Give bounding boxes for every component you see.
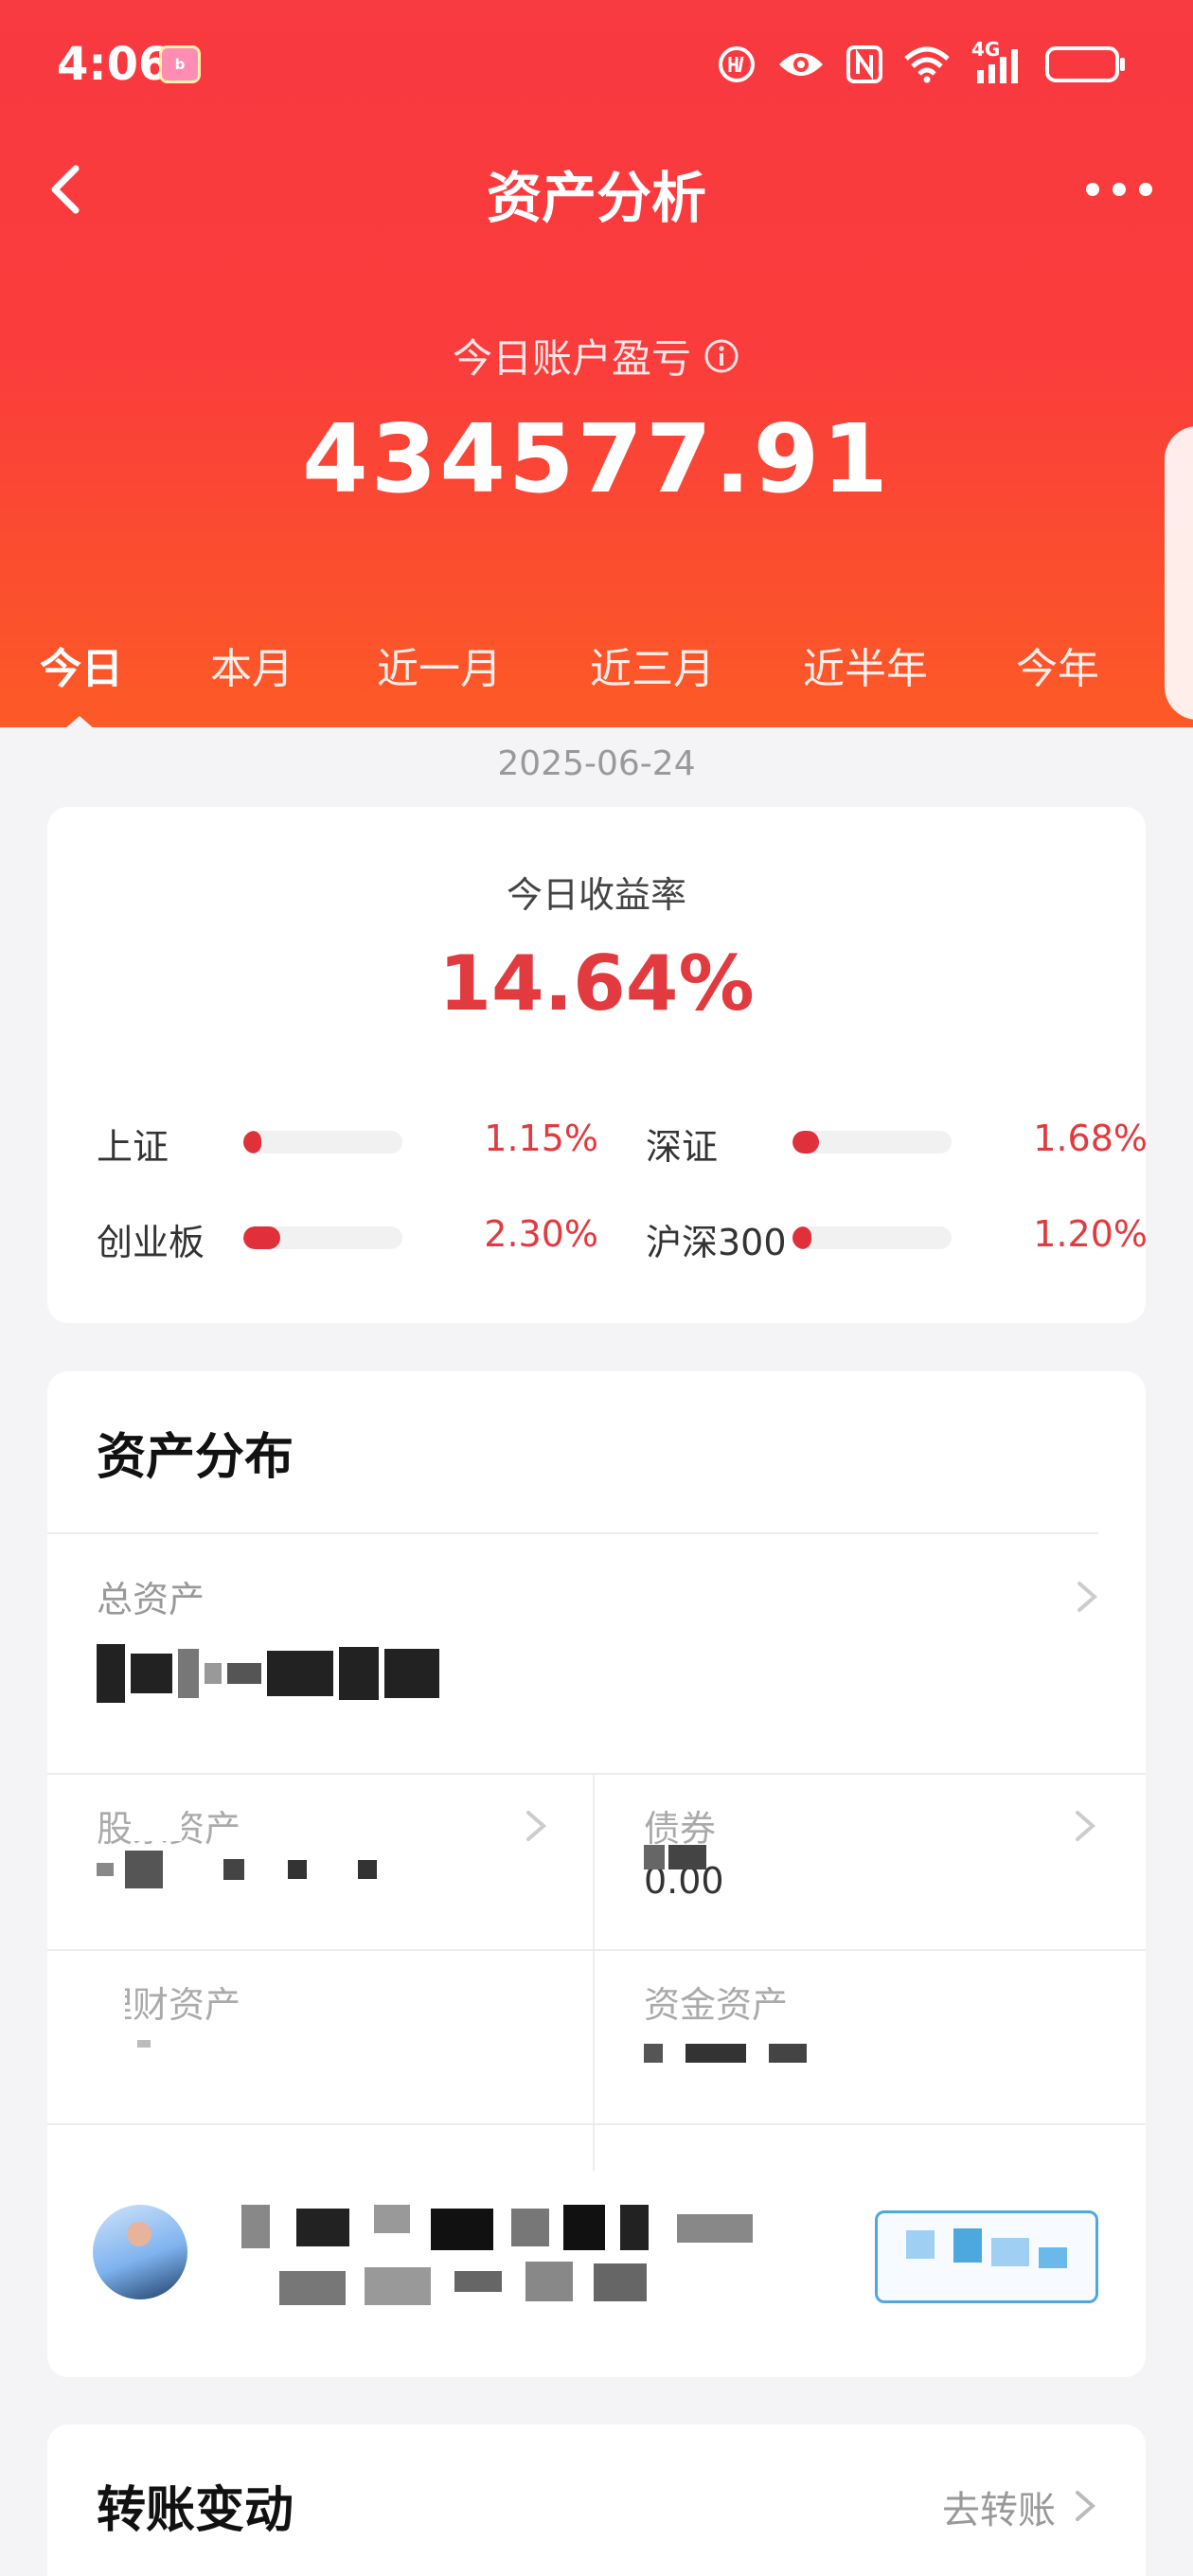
more-options-icon[interactable] — [1083, 167, 1155, 212]
tab-last-three-months[interactable]: 近三月 — [590, 635, 715, 695]
advisor-contact-button[interactable] — [875, 2210, 1098, 2303]
divider — [47, 1773, 1146, 1775]
divider — [47, 1949, 1146, 1951]
hd-call-icon — [719, 46, 755, 82]
cellular-signal-icon: 4G — [971, 38, 1024, 85]
profit-label: 今日账户盈亏 — [452, 335, 691, 382]
chevron-right-icon — [1076, 1811, 1096, 1841]
tab-this-month[interactable]: 本月 — [210, 635, 294, 695]
divider — [47, 1532, 1098, 1534]
battery-icon — [1045, 46, 1125, 82]
asset-distribution-card: 资产分布 总资产 股票资产 债券 0.00 — [47, 1371, 1146, 2377]
chevron-right-icon[interactable] — [1070, 2487, 1100, 2525]
navigation-bar: 资产分析 — [0, 142, 1193, 237]
profit-summary: 今日账户盈亏 434577.91 — [0, 327, 1193, 514]
divider — [47, 2123, 1146, 2125]
tab-today[interactable]: 今日 — [40, 635, 123, 695]
selected-date: 2025-06-24 — [497, 744, 696, 783]
index-name: 上证 — [97, 1126, 169, 1168]
stock-assets-value-masked — [97, 1851, 377, 1888]
bilibili-app-icon: b — [159, 45, 201, 83]
wifi-icon — [904, 46, 950, 83]
section-title: 资产分布 — [97, 1429, 294, 1486]
active-tab-indicator — [64, 716, 95, 729]
info-icon[interactable] — [703, 337, 740, 375]
index-item-csi300: 沪深300 1.20% — [646, 1206, 1148, 1263]
index-progress-fill — [243, 1131, 262, 1154]
index-item-chinext: 创业板 2.30% — [97, 1206, 598, 1263]
index-value: 1.15% — [484, 1118, 598, 1159]
chevron-right-icon — [526, 1811, 547, 1841]
tab-last-half-year[interactable]: 近半年 — [803, 635, 928, 695]
status-icons: 4G — [718, 38, 1127, 87]
masked-text-patch — [133, 1796, 182, 1841]
index-progress-fill — [792, 1131, 820, 1154]
index-progress-bar — [243, 1131, 402, 1154]
return-rate-value: 14.64% — [438, 939, 755, 1028]
status-time: 4:06 — [57, 38, 170, 91]
total-assets-label: 总资产 — [97, 1579, 205, 1620]
return-rate-card: 今日收益率 14.64% 上证 1.15% 深证 1.68% 创业板 2.30%… — [47, 807, 1148, 1323]
divider — [593, 1773, 595, 2171]
index-progress-bar — [243, 1226, 402, 1249]
index-name: 沪深300 — [646, 1222, 787, 1263]
eye-icon — [779, 53, 823, 76]
bond-value-mask — [644, 1845, 706, 1869]
advisor-text-masked — [241, 2205, 857, 2318]
page-title: 资产分析 — [486, 166, 706, 230]
advisor-avatar — [93, 2205, 187, 2299]
section-title: 转账变动 — [97, 2482, 294, 2539]
index-item-shanghai: 上证 1.15% — [97, 1110, 598, 1168]
profit-value: 434577.91 — [302, 403, 891, 514]
index-progress-fill — [243, 1226, 280, 1249]
tab-this-year[interactable]: 今年 — [1016, 635, 1099, 695]
index-value: 1.20% — [1033, 1213, 1148, 1255]
return-rate-label: 今日收益率 — [506, 874, 686, 916]
index-name: 深证 — [646, 1126, 719, 1168]
transfer-card: 转账变动 去转账 — [47, 2424, 1146, 2576]
total-assets-value-masked — [97, 1644, 439, 1703]
go-transfer-link[interactable]: 去转账 — [942, 2479, 1056, 2534]
status-bar: 4:06 b 4G — [0, 0, 1193, 133]
index-value: 2.30% — [484, 1213, 598, 1255]
cash-assets-value-masked — [644, 2044, 807, 2063]
index-progress-fill — [792, 1226, 812, 1249]
tab-last-month[interactable]: 近一月 — [377, 635, 502, 695]
index-progress-bar — [792, 1131, 952, 1154]
index-name: 创业板 — [97, 1222, 205, 1263]
wealth-assets-value-masked — [137, 2040, 151, 2048]
header-banner: 4:06 b 4G 资产分析 今日账户盈亏 434577.91 今日 本月 近一… — [0, 0, 1193, 729]
period-tabs: 今日 本月 近一月 近三月 近半年 今年 — [0, 635, 1193, 729]
chevron-right-icon — [1077, 1582, 1098, 1612]
index-value: 1.68% — [1033, 1118, 1148, 1159]
nfc-icon — [846, 45, 882, 83]
masked-text-patch — [85, 1977, 125, 2025]
index-progress-bar — [792, 1226, 952, 1249]
index-item-shenzhen: 深证 1.68% — [646, 1110, 1148, 1168]
cash-assets-label: 资金资产 — [644, 1984, 789, 2026]
bond-assets-label: 债券 — [644, 1808, 717, 1850]
